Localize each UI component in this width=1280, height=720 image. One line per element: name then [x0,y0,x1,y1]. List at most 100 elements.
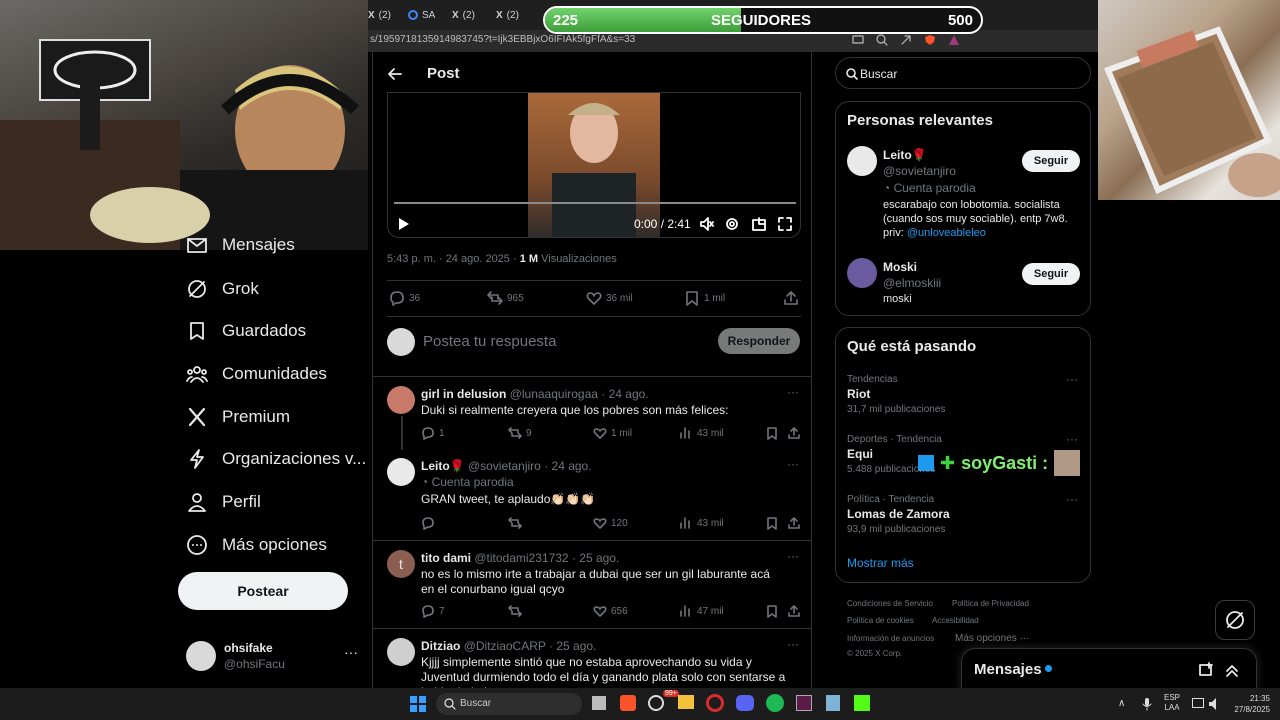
share-icon[interactable] [900,34,912,46]
like-action[interactable]: 1 mil [593,426,632,440]
spotify-icon[interactable] [766,694,784,712]
language-indicator[interactable]: ESP LAA [1164,693,1180,713]
nav-item-mensajes[interactable]: Mensajes [186,233,295,257]
footer-link[interactable]: Información de anuncios [847,634,934,643]
cast-icon[interactable] [852,34,864,46]
volume-icon[interactable] [1208,697,1220,711]
trend-item[interactable]: Tendencias Riot 31,7 mil publicaciones ·… [836,368,1092,424]
repost-icon [508,517,522,529]
more-dots-icon[interactable]: ··· [1066,372,1078,386]
video-progress-track[interactable] [394,202,796,204]
post-button[interactable]: Postear [178,572,348,610]
file-explorer-icon[interactable] [678,695,694,709]
repost-action[interactable] [508,604,522,618]
browser-tab[interactable]: X (2) [496,6,519,24]
system-clock[interactable]: 21:35 27/8/2025 [1226,693,1270,715]
trend-item[interactable]: Política · Tendencia Lomas de Zamora 93,… [836,488,1092,544]
more-dots-icon[interactable]: ··· [1066,432,1078,446]
messages-drawer[interactable]: Mensajes [961,648,1257,690]
fullscreen-icon[interactable] [778,217,792,231]
reply-tweet[interactable]: Ditziao @DitziaoCARP · 25 ago. ··· Kjjjj… [373,630,811,690]
brave-shield-icon[interactable] [924,34,936,46]
reply-submit-button[interactable]: Responder [718,328,800,354]
back-arrow-icon[interactable] [387,66,403,82]
repost-action[interactable] [508,516,522,530]
nav-item-premium[interactable]: Premium [186,402,290,432]
reply-input[interactable]: Postea tu respuesta [423,333,556,350]
nav-item-comunidades[interactable]: Comunidades [186,359,327,389]
browser-tab[interactable]: X (2) [452,6,475,24]
notepad-icon[interactable] [826,695,840,711]
like-action[interactable]: 120 [593,516,628,530]
nav-item-guardados[interactable]: Guardados [186,316,306,346]
repost-action[interactable]: 965 [487,290,524,306]
more-dots-icon[interactable]: ··· [787,457,799,471]
search-box[interactable]: Buscar [835,57,1091,89]
reply-action[interactable]: 36 [389,290,420,306]
footer-link[interactable]: Política de cookies [847,616,914,625]
rewards-icon[interactable] [948,34,960,46]
more-dots-icon[interactable]: ··· [787,549,799,563]
footer-link[interactable]: Accesibilidad [932,616,979,625]
grok-fab[interactable] [1215,600,1255,640]
pip-icon[interactable] [752,217,766,231]
video-player[interactable]: 0:00 / 2:41 [387,92,801,238]
nav-item-mas-opciones[interactable]: Más opciones [186,530,327,560]
footer-link[interactable]: Política de Privacidad [952,599,1029,608]
task-view-icon[interactable] [592,696,606,710]
views-count: 43 mil [697,427,724,439]
bookmark-icon[interactable] [765,426,779,440]
nav-item-organizaciones[interactable]: Organizaciones v... [186,444,366,474]
taskbar-search[interactable]: Buscar [436,693,582,715]
account-switcher[interactable]: ohsifake @ohsiFacu ··· [186,640,358,672]
expand-up-icon[interactable] [1224,662,1240,678]
reply-tweet[interactable]: Leito🌹 @sovietanjiro · 24 ago. ··· ◔ Cue… [373,450,811,540]
share-icon[interactable] [787,604,801,618]
show-more-link[interactable]: Mostrar más [847,556,914,570]
settings-gear-icon[interactable] [725,217,739,231]
views-action[interactable]: 43 mil [679,426,724,440]
more-dots-icon[interactable]: ··· [787,637,799,651]
play-icon[interactable] [398,217,410,231]
opera-icon[interactable] [706,694,724,712]
share-icon[interactable] [787,426,801,440]
browser-tab[interactable]: SA [408,6,435,24]
like-action[interactable]: 656 [593,604,628,618]
obs-icon[interactable] [648,695,664,711]
views-action[interactable]: 47 mil [679,604,724,618]
kick-icon[interactable] [854,695,870,711]
nav-item-perfil[interactable]: Perfil [186,487,261,517]
reply-tweet[interactable]: girl in delusion @lunaaquirogaa · 24 ago… [373,378,811,450]
zoom-icon[interactable] [876,34,888,46]
reply-action[interactable] [421,516,435,530]
share-icon[interactable] [783,290,799,306]
bookmark-icon[interactable] [765,516,779,530]
like-action[interactable]: 36 mil [586,290,633,306]
bio-link[interactable]: @unloveableleo [907,227,986,239]
follow-button[interactable]: Seguir [1022,263,1080,285]
brave-icon[interactable] [620,695,636,711]
repost-action[interactable]: 9 [508,426,532,440]
follow-button[interactable]: Seguir [1022,150,1080,172]
new-message-icon[interactable] [1198,662,1214,678]
share-icon[interactable] [787,516,801,530]
reply-action[interactable]: 7 [421,604,445,618]
app-icon[interactable] [796,695,812,711]
reply-tweet[interactable]: t tito dami @titodami231732 · 25 ago. ··… [373,542,811,628]
more-dots-icon[interactable]: ··· [787,385,799,399]
browser-tab[interactable]: X (2) [368,6,391,24]
windows-start-icon[interactable] [410,696,426,712]
footer-link[interactable]: Más opciones ··· [955,633,1029,644]
reply-action[interactable]: 1 [421,426,445,440]
nav-item-grok[interactable]: Grok [186,274,259,304]
footer-link[interactable]: Condiciones de Servicio [847,599,933,608]
views-action[interactable]: 43 mil [679,516,724,530]
bookmark-action[interactable]: 1 mil [684,290,725,306]
network-icon[interactable] [1192,698,1204,708]
volume-muted-icon[interactable] [700,217,714,231]
discord-icon[interactable] [736,695,754,711]
bookmark-icon[interactable] [765,604,779,618]
microphone-icon[interactable] [1142,697,1152,711]
more-dots-icon[interactable]: ··· [1066,492,1078,506]
tray-chevron-icon[interactable]: ∧ [1118,698,1125,709]
